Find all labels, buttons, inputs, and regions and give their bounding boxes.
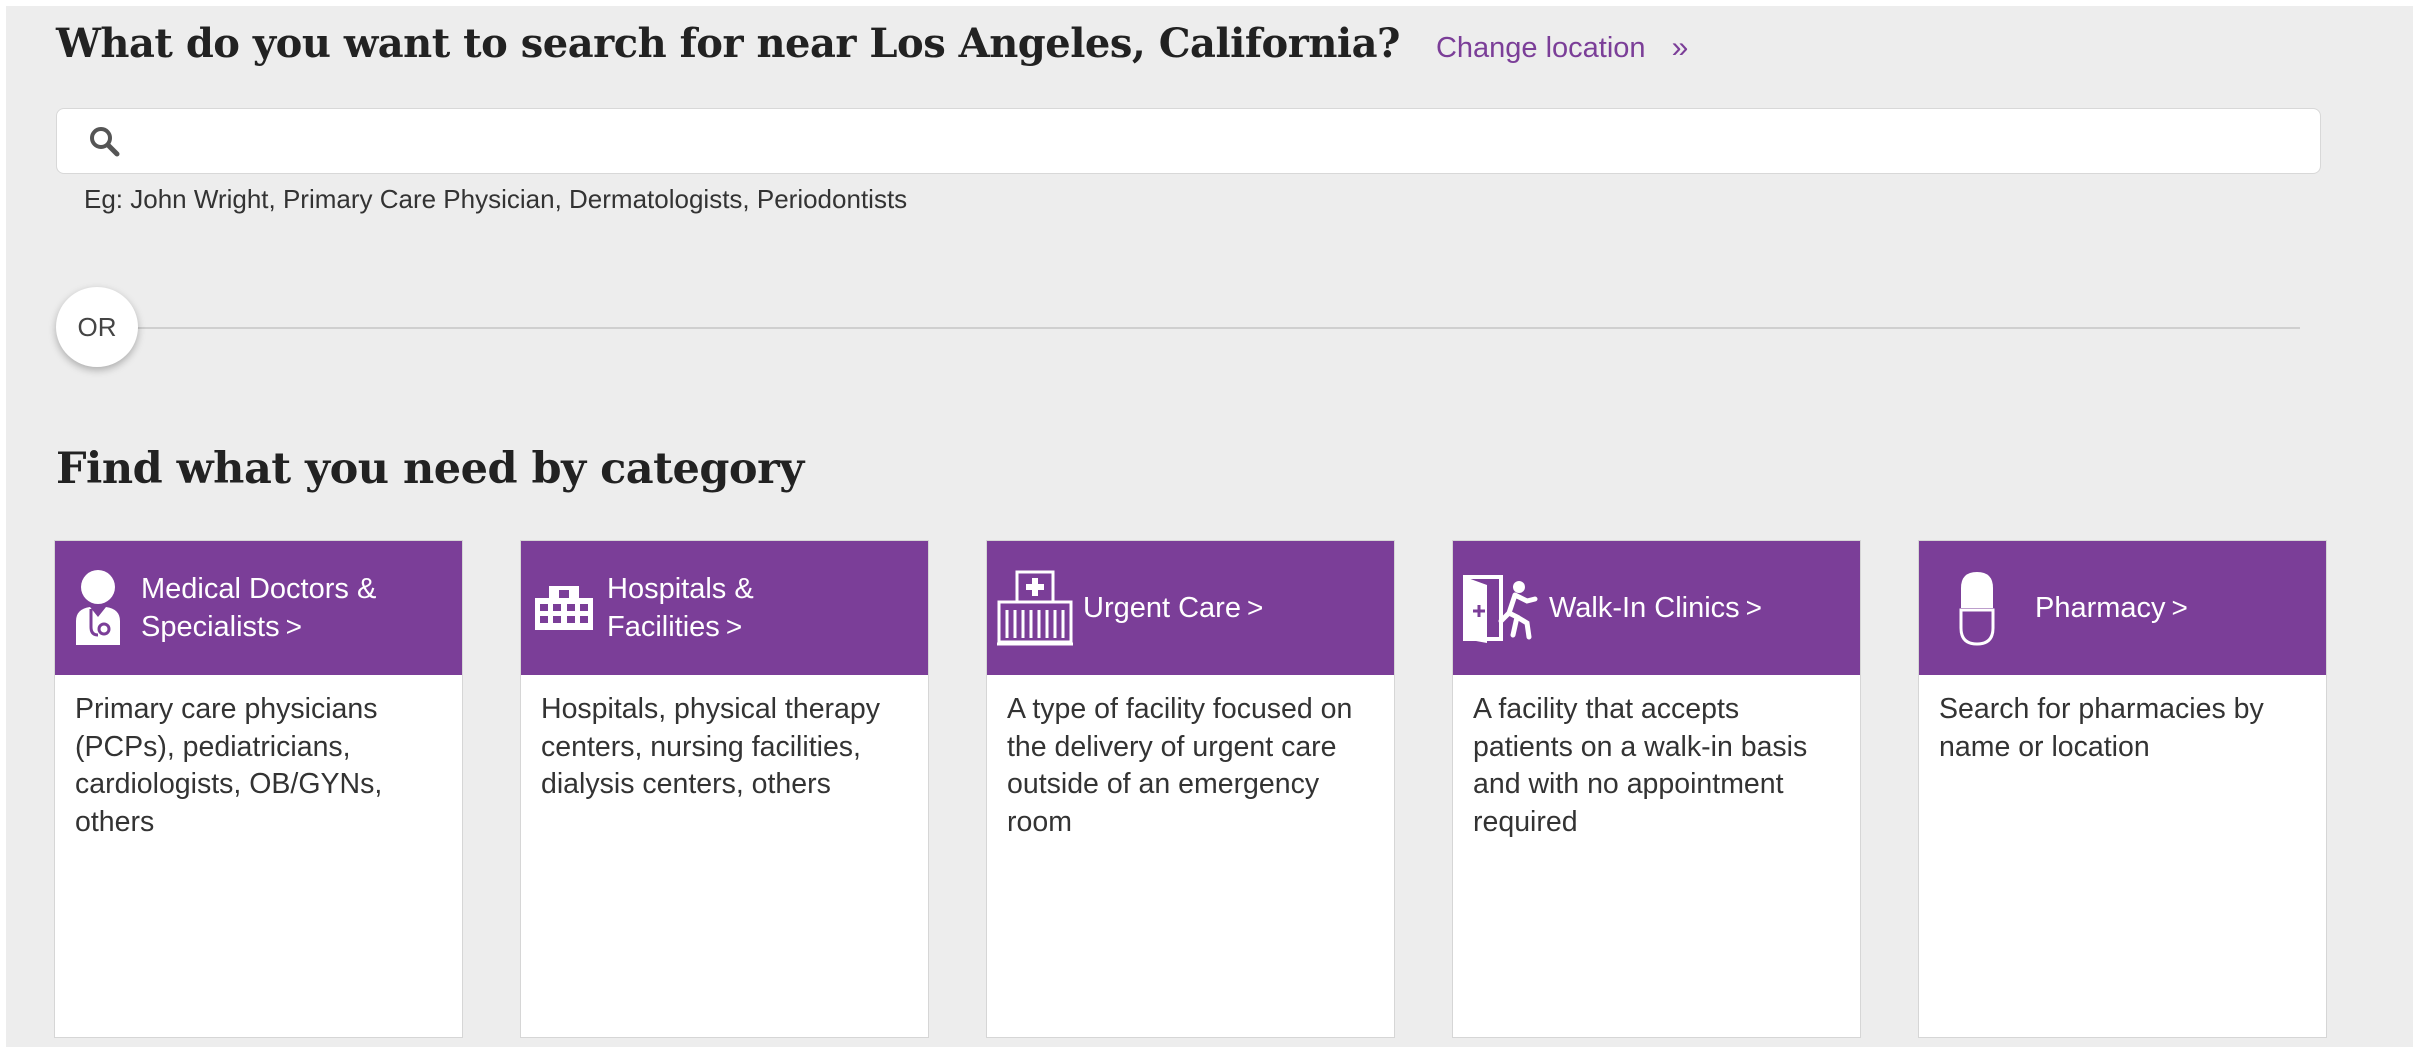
category-card-pharmacy[interactable]: Pharmacy > Search for pharmacies by name … [1918,540,2327,1038]
hospital-building-icon [521,584,607,632]
divider-line [116,327,2300,329]
chevron-right-icon: > [2171,592,2188,623]
or-badge: OR [56,287,138,367]
search-hint: Eg: John Wright, Primary Care Physician,… [84,184,908,214]
category-card-urgent-care[interactable]: Urgent Care > A type of facility focused … [986,540,1395,1038]
search-input[interactable] [141,108,2320,174]
card-title: Walk-In Clinics > [1549,592,1763,624]
category-card-walk-in-clinics[interactable]: Walk-In Clinics > A facility that accepts… [1452,540,1861,1038]
card-header[interactable]: Hospitals & Facilities > [521,541,928,675]
urgent-care-icon [987,570,1083,646]
card-description: Search for pharmacies by name or locatio… [1939,693,2264,763]
card-description: Primary care physicians (PCPs), pediatri… [75,693,383,838]
double-chevron-right-icon: » [1671,31,1689,64]
search-box[interactable] [56,108,2321,174]
card-header[interactable]: Urgent Care > [987,541,1394,675]
walk-in-clinic-icon [1453,573,1549,643]
doctor-icon [55,569,141,647]
card-header[interactable]: Walk-In Clinics > [1453,541,1860,675]
or-divider: OR [56,287,2300,367]
chevron-right-icon: > [285,610,302,642]
card-header[interactable]: Pharmacy > [1919,541,2326,675]
card-description: A type of facility focused on the delive… [1007,693,1353,838]
change-location-label: Change location [1435,32,1646,64]
change-location-link[interactable]: Change location » [1436,31,1688,65]
card-title: Medical Doctors & Specialists > [141,572,377,643]
category-card-medical-doctors[interactable]: Medical Doctors & Specialists > Primary c… [54,540,463,1038]
card-title: Hospitals & Facilities > [607,572,754,643]
card-description: A facility that accepts patients on a wa… [1473,693,1808,838]
chevron-right-icon: > [725,610,743,642]
chevron-right-icon: > [1246,592,1264,623]
search-icon [90,127,120,157]
pill-icon [1919,570,2035,646]
category-card-hospitals[interactable]: Hospitals & Facilities > Hospitals, physi… [520,540,929,1038]
card-title: Pharmacy > [2035,592,2188,624]
card-header[interactable]: Medical Doctors & Specialists > [55,541,462,675]
page-title: What do you want to search for near Los … [56,20,1400,67]
page: What do you want to search for near Los … [6,6,2413,1047]
chevron-right-icon: > [1745,592,1763,623]
heading-row: What do you want to search for near Los … [56,20,1688,67]
card-description: Hospitals, physical therapy centers, nur… [541,693,880,800]
card-title: Urgent Care > [1083,592,1264,624]
category-section-title: Find what you need by category [56,444,804,494]
